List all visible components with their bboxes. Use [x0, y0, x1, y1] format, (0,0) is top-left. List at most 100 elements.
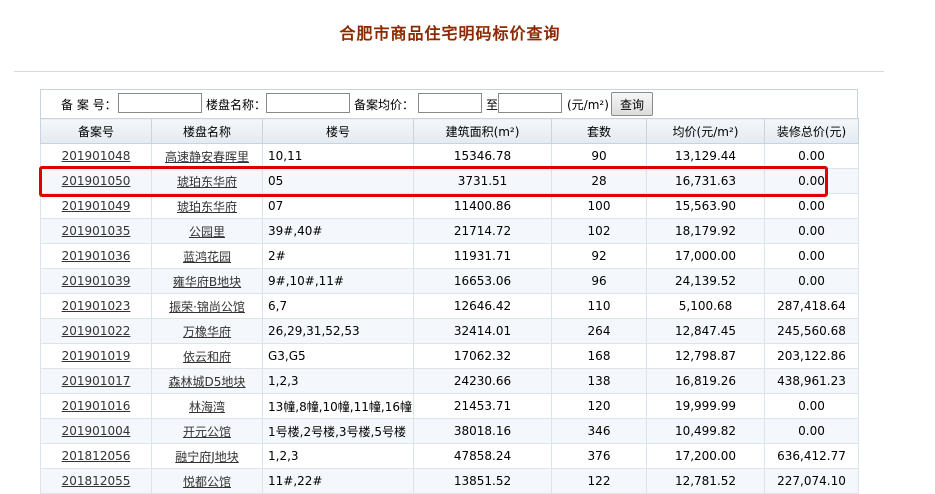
avg-price-cell: 5,100.68	[646, 293, 765, 319]
avg-price-cell: 17,200.00	[646, 443, 765, 469]
building-cell: 13幢,8幢,10幢,11幢,16幢	[262, 393, 414, 419]
project-name-link[interactable]: 融宁府J地块	[175, 450, 239, 464]
project-name-cell: 万橡华府	[151, 318, 263, 344]
project-name-link[interactable]: 高速静安春晖里	[165, 150, 249, 164]
units-cell: 138	[551, 368, 647, 394]
col-header-decor-total: 装修总价(元)	[764, 118, 859, 144]
decor-total-cell: 0.00	[764, 193, 859, 219]
project-name-cell: 融宁府J地块	[151, 443, 263, 469]
area-cell: 32414.01	[413, 318, 552, 344]
building-cell: 2#	[262, 243, 414, 269]
record-no-link[interactable]: 201901036	[62, 249, 131, 263]
record-no-cell: 201901050	[40, 168, 152, 194]
units-cell: 110	[551, 293, 647, 319]
record-no-link[interactable]: 201901035	[62, 224, 131, 238]
record-no-link[interactable]: 201901017	[62, 374, 131, 388]
table-header-row: 备案号 楼盘名称 楼号 建筑面积(m²) 套数 均价(元/m²) 装修总价(元)	[40, 118, 859, 144]
building-cell: 10,11	[262, 143, 414, 169]
area-cell: 3731.51	[413, 168, 552, 194]
project-name-cell: 雍华府B地块	[151, 268, 263, 294]
record-no-link[interactable]: 201901019	[62, 349, 131, 363]
project-name-link[interactable]: 雍华府B地块	[173, 275, 241, 289]
project-name-link[interactable]: 琥珀东华府	[177, 200, 237, 214]
record-no-link[interactable]: 201901050	[62, 174, 131, 188]
query-button[interactable]: 查询	[611, 92, 653, 116]
record-no-cell: 201901019	[40, 343, 152, 369]
project-name-link[interactable]: 公园里	[189, 225, 225, 239]
decor-total-cell: 636,412.77	[764, 443, 859, 469]
avg-price-cell: 12,798.87	[646, 343, 765, 369]
record-no-link[interactable]: 201812056	[62, 449, 131, 463]
project-name-cell: 林海湾	[151, 393, 263, 419]
area-cell: 16653.06	[413, 268, 552, 294]
col-header-units: 套数	[551, 118, 647, 144]
project-name-link[interactable]: 悦都公馆	[183, 475, 231, 489]
units-cell: 90	[551, 143, 647, 169]
project-name-cell: 开元公馆	[151, 418, 263, 444]
building-cell: 1号楼,2号楼,3号楼,5号楼	[262, 418, 414, 444]
avg-price-cell: 18,179.92	[646, 218, 765, 244]
area-cell: 24230.66	[413, 368, 552, 394]
col-header-project-name: 楼盘名称	[151, 118, 263, 144]
units-cell: 92	[551, 243, 647, 269]
project-name-cell: 蓝鸿花园	[151, 243, 263, 269]
units-cell: 100	[551, 193, 647, 219]
record-no-cell: 201812056	[40, 443, 152, 469]
project-name-link[interactable]: 依云和府	[183, 350, 231, 364]
record-no-link[interactable]: 201901039	[62, 274, 131, 288]
price-unit-label: (元/m²)	[567, 98, 609, 112]
record-no-link[interactable]: 201901023	[62, 299, 131, 313]
record-no-cell: 201901022	[40, 318, 152, 344]
table-row: 201901039 雍华府B地块 9#,10#,11# 16653.06 96 24,13…	[40, 268, 859, 294]
project-name-link[interactable]: 蓝鸿花园	[183, 250, 231, 264]
record-no-link[interactable]: 201901048	[62, 149, 131, 163]
units-cell: 346	[551, 418, 647, 444]
price-max-input[interactable]	[498, 93, 562, 113]
units-cell: 102	[551, 218, 647, 244]
project-name-input[interactable]	[266, 93, 350, 113]
units-cell: 168	[551, 343, 647, 369]
record-no-link[interactable]: 201901004	[62, 424, 131, 438]
building-cell: 1,2,3	[262, 443, 414, 469]
table-body: 201901048 高速静安春晖里 10,11 15346.78 90 13,129.44…	[40, 143, 859, 494]
record-no-link[interactable]: 201901016	[62, 399, 131, 413]
project-name-link[interactable]: 森林城D5地块	[169, 375, 246, 389]
decor-total-cell: 245,560.68	[764, 318, 859, 344]
area-cell: 38018.16	[413, 418, 552, 444]
units-cell: 376	[551, 443, 647, 469]
price-min-input[interactable]	[418, 93, 482, 113]
project-name-cell: 琥珀东华府	[151, 168, 263, 194]
project-name-link[interactable]: 林海湾	[189, 400, 225, 414]
avg-price-cell: 19,999.99	[646, 393, 765, 419]
decor-total-cell: 0.00	[764, 268, 859, 294]
avg-price-cell: 17,000.00	[646, 243, 765, 269]
col-header-area: 建筑面积(m²)	[413, 118, 552, 144]
decor-total-cell: 0.00	[764, 243, 859, 269]
project-name-cell: 高速静安春晖里	[151, 143, 263, 169]
avg-price-cell: 16,819.26	[646, 368, 765, 394]
area-cell: 21714.72	[413, 218, 552, 244]
avg-price-cell: 10,499.82	[646, 418, 765, 444]
record-no-input[interactable]	[118, 93, 202, 113]
record-no-link[interactable]: 201901022	[62, 324, 131, 338]
project-name-cell: 森林城D5地块	[151, 368, 263, 394]
record-no-link[interactable]: 201901049	[62, 199, 131, 213]
building-cell: 6,7	[262, 293, 414, 319]
decor-total-cell: 0.00	[764, 143, 859, 169]
divider	[14, 71, 884, 72]
record-no-link[interactable]: 201812055	[62, 474, 131, 488]
table-row: 201901019 依云和府 G3,G5 17062.32 168 12,798.87 20…	[40, 343, 859, 369]
table-row: 201901016 林海湾 13幢,8幢,10幢,11幢,16幢 21453.71 12…	[40, 393, 859, 419]
price-to-label: 至	[486, 98, 499, 112]
avg-price-cell: 16,731.63	[646, 168, 765, 194]
decor-total-cell: 0.00	[764, 168, 859, 194]
col-header-avg-price: 均价(元/m²)	[646, 118, 765, 144]
project-name-link[interactable]: 振荣·锦尚公馆	[169, 300, 245, 314]
building-cell: 39#,40#	[262, 218, 414, 244]
record-no-cell: 201901004	[40, 418, 152, 444]
decor-total-cell: 203,122.86	[764, 343, 859, 369]
avg-price-cell: 13,129.44	[646, 143, 765, 169]
project-name-link[interactable]: 开元公馆	[183, 425, 231, 439]
project-name-link[interactable]: 万橡华府	[183, 325, 231, 339]
project-name-link[interactable]: 琥珀东华府	[177, 175, 237, 189]
